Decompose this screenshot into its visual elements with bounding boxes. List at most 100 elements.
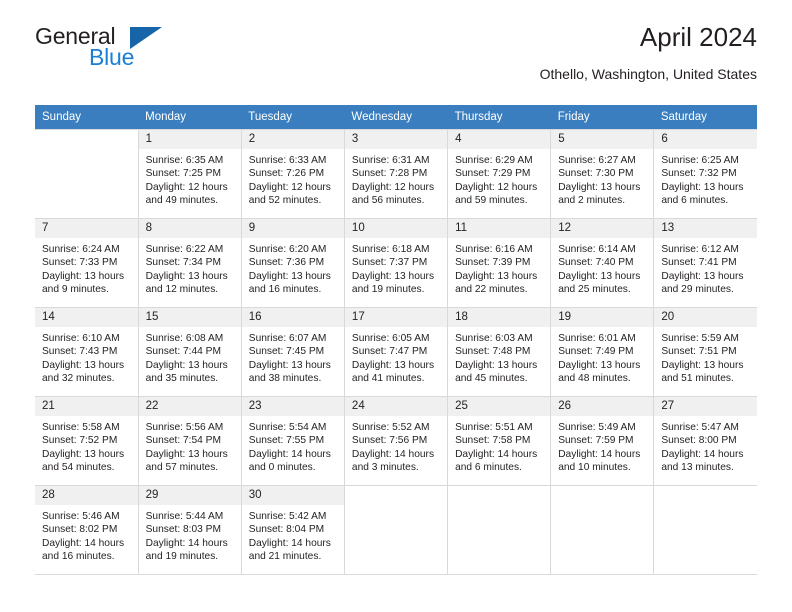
day-number: 15 — [138, 308, 241, 327]
day-number — [344, 486, 448, 505]
calendar-day-cell[interactable]: 19 Sunrise: 6:01 AM Sunset: 7:49 PM Dayligh… — [550, 307, 655, 397]
calendar-body: 1 Sunrise: 6:35 AM Sunset: 7:25 PM Daylight… — [35, 129, 757, 575]
day-sun-info: Sunrise: 6:16 AM Sunset: 7:39 PM Daylight:… — [448, 238, 550, 296]
day-number: 19 — [551, 308, 654, 327]
day-sun-info: Sunrise: 6:27 AM Sunset: 7:30 PM Daylight:… — [551, 149, 653, 207]
day-sun-info: Sunrise: 6:14 AM Sunset: 7:40 PM Daylight:… — [551, 238, 653, 296]
calendar-week-row: 7 Sunrise: 6:24 AM Sunset: 7:33 PM Daylight… — [35, 218, 757, 308]
day-sun-info-line: Sunrise: 6:05 AM — [351, 333, 430, 344]
calendar-day-cell[interactable]: 2 Sunrise: 6:33 AM Sunset: 7:26 PM Daylight… — [241, 129, 345, 219]
day-sun-info-line: Sunrise: 6:03 AM — [455, 333, 533, 344]
calendar-day-cell[interactable]: 25 Sunrise: 5:51 AM Sunset: 7:58 PM Dayligh… — [447, 396, 552, 486]
day-sun-info-line: Sunset: 7:29 PM — [455, 168, 531, 180]
day-sun-info-line: Daylight: 14 hours — [145, 537, 228, 549]
day-sun-info-line: Daylight: 14 hours — [351, 448, 435, 460]
day-sun-info-line: Sunrise: 5:51 AM — [455, 422, 533, 433]
calendar-day-cell[interactable]: 24 Sunrise: 5:52 AM Sunset: 7:56 PM Dayligh… — [344, 396, 449, 486]
calendar-day-cell[interactable]: 11 Sunrise: 6:16 AM Sunset: 7:39 PM Dayligh… — [447, 218, 552, 308]
calendar-day-cell[interactable]: 1 Sunrise: 6:35 AM Sunset: 7:25 PM Daylight… — [138, 129, 242, 219]
day-sun-info-line: Sunrise: 6:27 AM — [558, 155, 636, 166]
sunrise-sunset-calendar: Sunday Monday Tuesday Wednesday Thursday… — [35, 105, 757, 575]
calendar-page: General Blue April 2024 Othello, Washing… — [0, 0, 792, 612]
day-sun-info-line: Daylight: 14 hours — [558, 448, 641, 460]
day-sun-info-line: and 9 minutes. — [42, 283, 109, 295]
day-sun-info-line: Sunset: 7:40 PM — [558, 257, 634, 269]
day-sun-info-line: Sunrise: 5:46 AM — [42, 511, 120, 522]
day-sun-info: Sunrise: 6:31 AM Sunset: 7:28 PM Daylight:… — [345, 149, 447, 207]
day-sun-info-line: Sunset: 7:37 PM — [351, 257, 428, 269]
day-sun-info: Sunrise: 5:58 AM Sunset: 7:52 PM Daylight:… — [35, 416, 138, 474]
day-sun-info: Sunrise: 6:24 AM Sunset: 7:33 PM Daylight:… — [35, 238, 138, 296]
day-sun-info-line: Sunrise: 5:49 AM — [558, 422, 636, 433]
day-number: 5 — [551, 130, 654, 149]
day-sun-info-line: Sunrise: 5:44 AM — [145, 511, 224, 522]
calendar-day-cell[interactable]: 12 Sunrise: 6:14 AM Sunset: 7:40 PM Dayligh… — [550, 218, 655, 308]
day-sun-info: Sunrise: 5:54 AM Sunset: 7:55 PM Daylight:… — [242, 416, 344, 474]
day-sun-info: Sunrise: 6:18 AM Sunset: 7:37 PM Daylight:… — [345, 238, 447, 296]
day-sun-info-line: Sunrise: 6:31 AM — [351, 155, 430, 166]
calendar-day-cell[interactable]: 4 Sunrise: 6:29 AM Sunset: 7:29 PM Daylight… — [447, 129, 552, 219]
calendar-day-cell[interactable]: 17 Sunrise: 6:05 AM Sunset: 7:47 PM Dayligh… — [344, 307, 449, 397]
day-sun-info-line: Daylight: 14 hours — [42, 537, 125, 549]
day-sun-info-line: Sunrise: 6:14 AM — [558, 244, 636, 255]
day-sun-info-line: Sunrise: 6:12 AM — [661, 244, 739, 255]
day-sun-info-line: and 32 minutes. — [42, 372, 115, 384]
calendar-day-cell[interactable]: 10 Sunrise: 6:18 AM Sunset: 7:37 PM Dayligh… — [344, 218, 449, 308]
day-sun-info: Sunrise: 6:20 AM Sunset: 7:36 PM Daylight:… — [242, 238, 344, 296]
day-sun-info-line: Daylight: 12 hours — [455, 181, 538, 193]
day-sun-info-line: Sunset: 7:34 PM — [145, 257, 221, 269]
calendar-day-cell[interactable]: 26 Sunrise: 5:49 AM Sunset: 7:59 PM Dayligh… — [550, 396, 655, 486]
day-sun-info-line: and 48 minutes. — [558, 372, 631, 384]
calendar-day-cell[interactable]: 21 Sunrise: 5:58 AM Sunset: 7:52 PM Dayligh… — [35, 396, 139, 486]
calendar-day-cell[interactable]: 29 Sunrise: 5:44 AM Sunset: 8:03 PM Dayligh… — [138, 485, 242, 575]
calendar-day-cell[interactable]: 14 Sunrise: 6:10 AM Sunset: 7:43 PM Dayligh… — [35, 307, 139, 397]
day-sun-info-line: Sunrise: 6:20 AM — [248, 244, 327, 255]
day-sun-info-line: Sunset: 8:00 PM — [661, 435, 737, 447]
calendar-day-cell[interactable]: 9 Sunrise: 6:20 AM Sunset: 7:36 PM Daylight… — [241, 218, 345, 308]
day-sun-info: Sunrise: 6:01 AM Sunset: 7:49 PM Daylight:… — [551, 327, 653, 385]
calendar-day-cell[interactable]: 27 Sunrise: 5:47 AM Sunset: 8:00 PM Dayligh… — [653, 396, 757, 486]
day-number: 10 — [344, 219, 448, 238]
calendar-day-cell[interactable]: 16 Sunrise: 6:07 AM Sunset: 7:45 PM Dayligh… — [241, 307, 345, 397]
calendar-day-cell[interactable]: 6 Sunrise: 6:25 AM Sunset: 7:32 PM Daylight… — [653, 129, 757, 219]
calendar-day-cell[interactable]: 8 Sunrise: 6:22 AM Sunset: 7:34 PM Daylight… — [138, 218, 242, 308]
day-sun-info-line: Sunrise: 6:16 AM — [455, 244, 533, 255]
day-sun-info: Sunrise: 6:05 AM Sunset: 7:47 PM Daylight:… — [345, 327, 447, 385]
day-sun-info-line: and 59 minutes. — [455, 194, 528, 206]
day-sun-info-line: Daylight: 13 hours — [351, 270, 435, 282]
day-sun-info-line: and 10 minutes. — [558, 461, 631, 473]
day-sun-info: Sunrise: 5:42 AM Sunset: 8:04 PM Daylight:… — [242, 505, 344, 563]
day-sun-info-line: Daylight: 13 hours — [145, 359, 228, 371]
day-sun-info-line: Daylight: 13 hours — [145, 270, 228, 282]
calendar-day-cell[interactable]: 13 Sunrise: 6:12 AM Sunset: 7:41 PM Dayligh… — [653, 218, 757, 308]
calendar-day-cell[interactable]: 22 Sunrise: 5:56 AM Sunset: 7:54 PM Dayligh… — [138, 396, 242, 486]
general-blue-logo[interactable]: General Blue — [35, 24, 245, 72]
calendar-day-cell[interactable]: 7 Sunrise: 6:24 AM Sunset: 7:33 PM Daylight… — [35, 218, 139, 308]
day-sun-info-line: and 16 minutes. — [42, 550, 115, 562]
day-sun-info-line: Sunset: 8:02 PM — [42, 524, 118, 536]
day-sun-info-line: and 6 minutes. — [661, 194, 729, 206]
calendar-day-cell[interactable]: 5 Sunrise: 6:27 AM Sunset: 7:30 PM Daylight… — [550, 129, 655, 219]
day-sun-info-line: and 41 minutes. — [351, 372, 425, 384]
calendar-day-cell[interactable]: 18 Sunrise: 6:03 AM Sunset: 7:48 PM Dayligh… — [447, 307, 552, 397]
day-sun-info-line: Sunset: 7:56 PM — [351, 435, 428, 447]
calendar-day-cell[interactable]: 20 Sunrise: 5:59 AM Sunset: 7:51 PM Dayligh… — [653, 307, 757, 397]
day-number: 2 — [241, 130, 344, 149]
calendar-day-cell[interactable]: 23 Sunrise: 5:54 AM Sunset: 7:55 PM Dayligh… — [241, 396, 345, 486]
calendar-day-cell[interactable]: 30 Sunrise: 5:42 AM Sunset: 8:04 PM Dayligh… — [241, 485, 345, 575]
logo-triangle-icon — [130, 27, 162, 49]
calendar-day-cell[interactable]: 3 Sunrise: 6:31 AM Sunset: 7:28 PM Daylight… — [344, 129, 449, 219]
calendar-week-row: 28 Sunrise: 5:46 AM Sunset: 8:02 PM Dayligh… — [35, 485, 757, 575]
calendar-day-cell[interactable]: 15 Sunrise: 6:08 AM Sunset: 7:44 PM Dayligh… — [138, 307, 242, 397]
weekday-header-saturday: Saturday — [653, 105, 757, 130]
day-sun-info-line: Sunset: 7:54 PM — [145, 435, 221, 447]
day-sun-info: Sunrise: 5:59 AM Sunset: 7:51 PM Daylight:… — [654, 327, 757, 385]
day-sun-info-line: Sunset: 7:48 PM — [455, 346, 531, 358]
day-sun-info: Sunrise: 5:49 AM Sunset: 7:59 PM Daylight:… — [551, 416, 653, 474]
day-number: 30 — [241, 486, 344, 505]
day-sun-info-line: Sunset: 7:44 PM — [145, 346, 221, 358]
calendar-day-cell[interactable]: 28 Sunrise: 5:46 AM Sunset: 8:02 PM Dayligh… — [35, 485, 139, 575]
day-sun-info-line: Sunset: 7:41 PM — [661, 257, 737, 269]
day-sun-info-line: Daylight: 13 hours — [42, 448, 125, 460]
day-sun-info-line: and 49 minutes. — [145, 194, 219, 206]
